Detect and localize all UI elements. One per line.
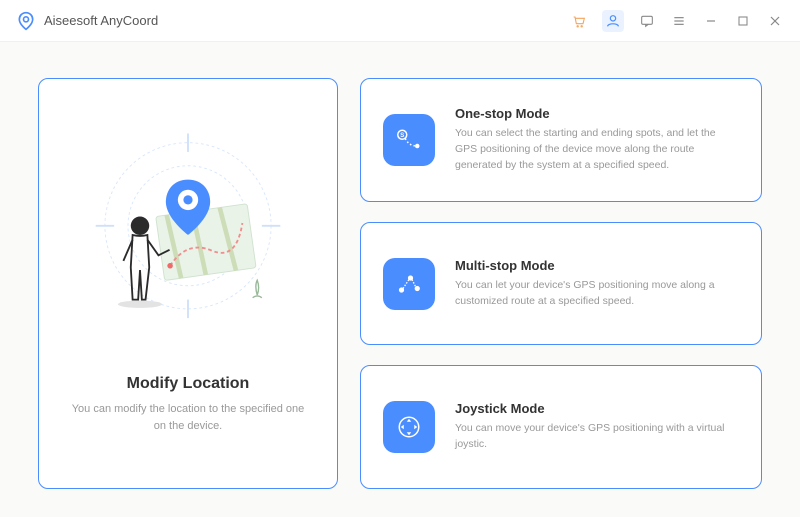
maximize-icon[interactable] [734, 12, 752, 30]
user-icon[interactable] [602, 10, 624, 32]
joystick-mode-card[interactable]: Joystick Mode You can move your device's… [360, 365, 762, 489]
app-title: Aiseesoft AnyCoord [44, 13, 158, 28]
menu-icon[interactable] [670, 12, 688, 30]
joystick-mode-description: You can move your device's GPS positioni… [455, 421, 739, 453]
onestop-mode-card[interactable]: S One-stop Mode You can select the start… [360, 78, 762, 202]
multistop-icon [383, 258, 435, 310]
joystick-mode-title: Joystick Mode [455, 401, 739, 416]
modify-location-title: Modify Location [127, 375, 250, 393]
svg-text:S: S [400, 133, 404, 139]
feedback-icon[interactable] [638, 12, 656, 30]
minimize-icon[interactable] [702, 12, 720, 30]
onestop-icon: S [383, 114, 435, 166]
modify-location-card[interactable]: Modify Location You can modify the locat… [38, 78, 338, 489]
modify-location-illustration [61, 105, 315, 365]
multistop-mode-card[interactable]: Multi-stop Mode You can let your device'… [360, 222, 762, 346]
app-logo-icon [16, 11, 36, 31]
multistop-mode-title: Multi-stop Mode [455, 258, 739, 273]
close-icon[interactable] [766, 12, 784, 30]
onestop-mode-description: You can select the starting and ending s… [455, 126, 739, 173]
cart-icon[interactable] [570, 12, 588, 30]
multistop-mode-description: You can let your device's GPS positionin… [455, 278, 739, 310]
joystick-icon [383, 401, 435, 453]
onestop-mode-title: One-stop Mode [455, 106, 739, 121]
logo: Aiseesoft AnyCoord [16, 11, 158, 31]
modify-location-description: You can modify the location to the speci… [61, 401, 315, 434]
titlebar-actions [570, 10, 784, 32]
modes-column: S One-stop Mode You can select the start… [360, 78, 762, 489]
titlebar: Aiseesoft AnyCoord [0, 0, 800, 42]
main-content: Modify Location You can modify the locat… [0, 42, 800, 517]
